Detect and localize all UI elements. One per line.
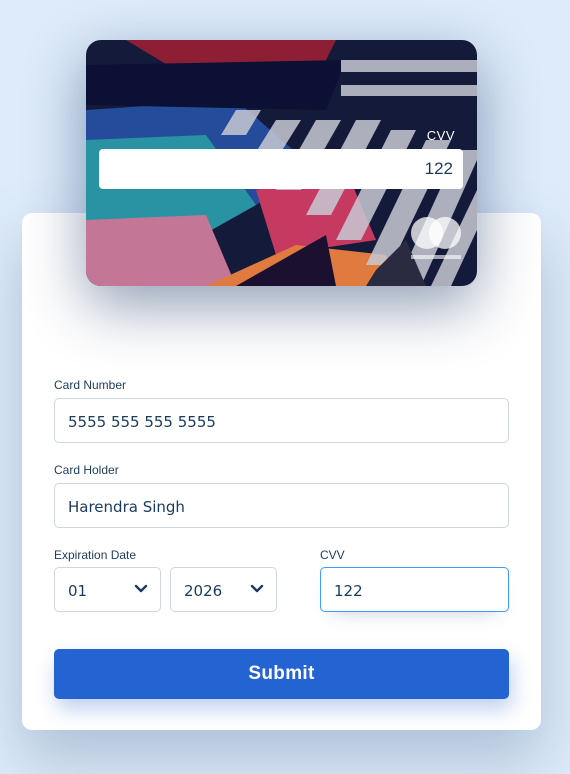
card-number-label: Card Number [54,378,127,392]
payment-stage: CVV 122 Card Number 5555 555 555 5555 Ca… [0,0,570,774]
cvv-label: CVV [320,548,345,562]
expiration-month-value: 01 [68,582,88,600]
expiration-year-select[interactable]: 2026 [170,567,277,612]
cvv-input[interactable]: 122 [320,567,509,612]
credit-card-back: CVV 122 [86,40,477,286]
expiration-year-value: 2026 [184,582,223,600]
card-holder-label: Card Holder [54,463,119,477]
card-cvv-label: CVV [426,128,455,143]
expiration-month-select[interactable]: 01 [54,567,161,612]
card-holder-input[interactable]: Harendra Singh [54,483,509,528]
submit-button[interactable]: Submit [54,649,509,699]
chevron-down-icon [250,584,264,593]
card-number-input[interactable]: 5555 555 555 5555 [54,398,509,443]
mastercard-logo-icon [411,217,461,259]
chevron-down-icon [134,584,148,593]
card-cvv-display: 122 [99,149,463,189]
expiration-date-label: Expiration Date [54,548,137,562]
